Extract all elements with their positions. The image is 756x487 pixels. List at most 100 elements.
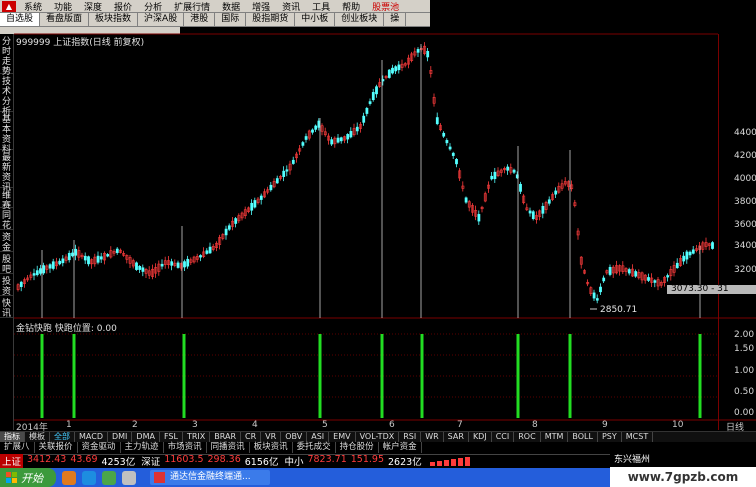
candle <box>490 175 494 180</box>
candle <box>160 263 164 267</box>
candle <box>519 183 522 192</box>
candle <box>682 255 686 262</box>
candle <box>528 210 532 214</box>
ticker-zx-amount: 2623亿 <box>388 457 422 468</box>
indicator-tab[interactable]: EMV <box>329 432 356 442</box>
signal-bar <box>420 334 424 418</box>
price-tick: 4400 <box>734 128 756 138</box>
candle <box>48 264 52 269</box>
sub-function-tab[interactable]: 关联报价 <box>35 442 78 453</box>
candle <box>183 261 186 268</box>
candle <box>282 170 286 177</box>
signal-bar <box>698 334 702 418</box>
indicator-tab[interactable]: 全部 <box>50 432 75 442</box>
indicator-tab[interactable]: VR <box>261 432 282 442</box>
candle <box>42 265 46 274</box>
candle <box>595 298 599 301</box>
app-quicklaunch-icon[interactable] <box>102 470 116 485</box>
taskbar-window-item[interactable]: 通达信金融终端通... <box>150 470 270 485</box>
indicator-tab[interactable]: DMI <box>108 432 133 442</box>
indicator-tab[interactable]: BOLL <box>568 432 598 442</box>
indicator-tab[interactable]: BRAR <box>210 432 242 442</box>
range-label: 3073.30 - 31 <box>667 285 756 294</box>
candle <box>205 250 209 254</box>
candle <box>365 107 369 114</box>
candle <box>711 242 714 249</box>
candle <box>602 277 606 282</box>
indicator-tab[interactable]: SAR <box>444 432 469 442</box>
indicator-tick: 0.00 <box>734 408 755 418</box>
candle <box>675 262 679 269</box>
desktop-icon[interactable] <box>122 470 136 485</box>
indicator-tab[interactable]: 指标 <box>0 432 25 442</box>
indicator-tab[interactable]: OBV <box>281 432 308 442</box>
ticker-zx-change: 151.95 <box>350 454 385 465</box>
candle <box>391 67 394 74</box>
candle <box>634 271 638 277</box>
candle <box>688 251 692 256</box>
candle <box>115 248 119 253</box>
sub-function-tabs: 扩展八 关联报价 资金驱动 主力轨迹 市场资讯 同播资讯 板块资讯 委托成交 持仓股份 帐户资金 <box>0 442 756 453</box>
indicator-tab[interactable]: CR <box>241 432 262 442</box>
sub-function-tab[interactable]: 同播资讯 <box>207 442 250 453</box>
indicator-tab[interactable]: 模板 <box>25 432 50 442</box>
candle <box>493 171 497 180</box>
indicator-tab[interactable]: MACD <box>75 432 108 442</box>
month-label: 6 <box>389 420 395 430</box>
indicator-tab[interactable]: ROC <box>514 432 541 442</box>
signal-bar <box>40 334 44 418</box>
sub-function-tab[interactable]: 扩展八 <box>0 442 35 453</box>
indicator-tab[interactable]: ASI <box>307 432 330 442</box>
candle <box>87 256 90 265</box>
sub-function-tab[interactable]: 持仓股份 <box>336 442 379 453</box>
signal-strength-icon <box>429 456 470 466</box>
kline-chart[interactable]: 2850.71 <box>0 0 756 487</box>
candle <box>291 159 295 164</box>
ticker-sh-change: 43.69 <box>70 454 98 465</box>
sub-function-tab[interactable]: 主力轨迹 <box>121 442 164 453</box>
start-button[interactable]: 开始 <box>0 468 56 487</box>
ticker-shenzhen[interactable]: 深证 11603.5 298.36 6156亿 <box>141 454 284 468</box>
sub-function-tab[interactable]: 市场资讯 <box>164 442 207 453</box>
windows-taskbar: 开始 通达信金融终端通... <box>0 468 610 487</box>
sub-function-tab[interactable]: 板块资讯 <box>250 442 293 453</box>
ie-icon[interactable] <box>82 470 96 485</box>
candle <box>227 225 231 230</box>
candle <box>51 261 55 269</box>
candle <box>259 195 263 200</box>
candle <box>416 49 420 53</box>
candle <box>647 277 650 281</box>
indicator-tab[interactable]: WR <box>421 432 444 442</box>
browser-icon[interactable] <box>62 470 76 485</box>
indicator-tab[interactable]: PSY <box>598 432 622 442</box>
candle <box>96 255 100 263</box>
ticker-zx-value: 7823.71 <box>307 454 347 465</box>
indicator-tab[interactable]: MCST <box>622 432 654 442</box>
indicator-tab[interactable]: CCI <box>492 432 515 442</box>
sub-function-tab[interactable]: 资金驱动 <box>78 442 121 453</box>
indicator-tab[interactable]: TRIX <box>183 432 211 442</box>
sub-function-tab[interactable]: 帐户资金 <box>379 442 422 453</box>
news-ticker[interactable]: 东兴福州 <box>610 454 756 467</box>
candle <box>375 86 378 95</box>
candle <box>311 129 314 133</box>
candle <box>394 66 398 72</box>
indicator-tab[interactable]: RSI <box>399 432 422 442</box>
indicator-tab[interactable]: DMA <box>132 432 160 442</box>
ticker-sz-amount: 6156亿 <box>244 457 279 468</box>
candle <box>336 137 340 143</box>
signal-bar <box>568 334 572 418</box>
indicator-tab[interactable]: MTM <box>541 432 569 442</box>
candle <box>67 252 71 261</box>
indicator-tabs: 指标 模板 全部 MACD DMI DMA FSL TRIX BRAR CR VR OBV ASI EMV… <box>0 431 756 442</box>
indicator-tab[interactable]: VOL-TDX <box>356 432 400 442</box>
sub-function-tab[interactable]: 委托成交 <box>293 442 336 453</box>
candle <box>285 169 289 172</box>
candle <box>448 146 452 150</box>
ticker-sme[interactable]: 中小 7823.71 151.95 2623亿 <box>284 454 427 468</box>
ticker-shanghai[interactable]: 上证 3412.43 43.69 4253亿 <box>0 454 141 468</box>
candle <box>199 255 202 258</box>
candle <box>314 125 318 130</box>
indicator-tab[interactable]: KDJ <box>469 432 492 442</box>
indicator-tab[interactable]: FSL <box>160 432 183 442</box>
